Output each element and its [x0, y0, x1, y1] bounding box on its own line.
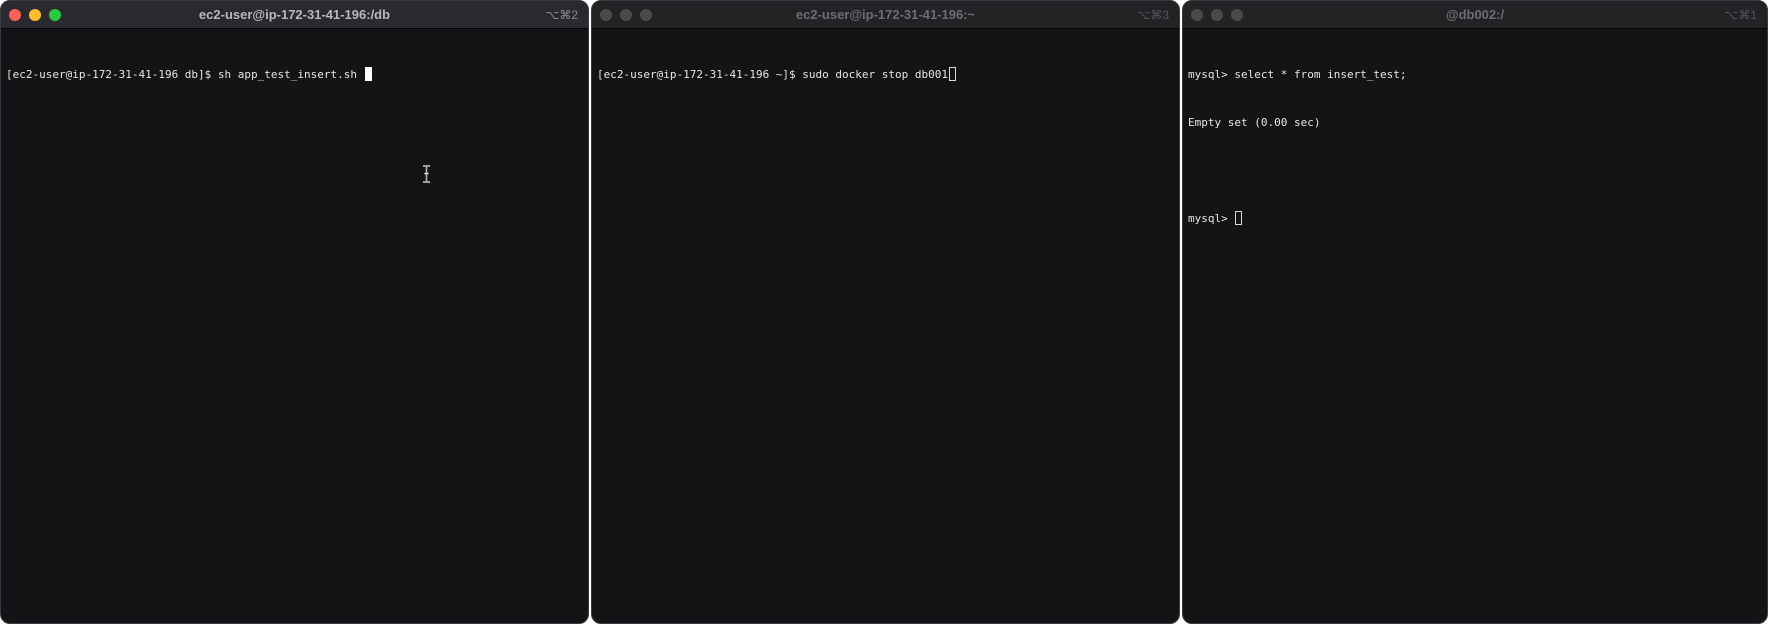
text-cursor: [1235, 211, 1243, 225]
window-title: @db002:/: [1445, 7, 1505, 22]
text-cursor: [949, 67, 956, 81]
terminal-line-text: mysql>: [1188, 212, 1235, 225]
terminal-line: mysql> select * from insert_test;: [1188, 68, 1407, 81]
window-title: ec2-user@ip-172-31-41-196:/db: [198, 7, 391, 22]
terminal-line: Empty set (0.00 sec): [1188, 116, 1321, 129]
terminal-window-1[interactable]: ec2-user@ip-172-31-41-196:/db ⌥⌘2 [ec2-u…: [0, 0, 589, 624]
terminal-window-2[interactable]: ec2-user@ip-172-31-41-196:~ ⌥⌘3 [ec2-use…: [591, 0, 1180, 624]
window-titlebar[interactable]: ec2-user@ip-172-31-41-196:/db ⌥⌘2: [1, 1, 588, 29]
ibeam-cursor-icon: [423, 165, 430, 183]
window-shortcut: ⌥⌘1: [1724, 8, 1757, 22]
window-title: ec2-user@ip-172-31-41-196:~: [795, 7, 976, 22]
terminal-line: [ec2-user@ip-172-31-41-196 ~]$ sudo dock…: [597, 67, 1174, 83]
window-titlebar[interactable]: @db002:/ ⌥⌘1: [1183, 1, 1767, 29]
text-cursor: [364, 67, 372, 81]
terminal-line-text: [ec2-user@ip-172-31-41-196 ~]$ sudo dock…: [597, 68, 948, 81]
terminal-line: [ec2-user@ip-172-31-41-196 db]$ sh app_t…: [6, 67, 583, 83]
terminal-output[interactable]: mysql> select * from insert_test; Empty …: [1183, 29, 1767, 623]
terminal-output[interactable]: [ec2-user@ip-172-31-41-196 db]$ sh app_t…: [1, 29, 588, 623]
terminal-output[interactable]: [ec2-user@ip-172-31-41-196 ~]$ sudo dock…: [592, 29, 1179, 623]
terminal-line-text: [ec2-user@ip-172-31-41-196 db]$ sh app_t…: [6, 68, 364, 81]
window-shortcut: ⌥⌘3: [1136, 8, 1169, 22]
window-shortcut: ⌥⌘2: [545, 8, 578, 22]
terminal-line: mysql>: [1188, 211, 1762, 227]
window-titlebar[interactable]: ec2-user@ip-172-31-41-196:~ ⌥⌘3: [592, 1, 1179, 29]
terminal-window-3[interactable]: @db002:/ ⌥⌘1 mysql> select * from insert…: [1182, 0, 1768, 624]
